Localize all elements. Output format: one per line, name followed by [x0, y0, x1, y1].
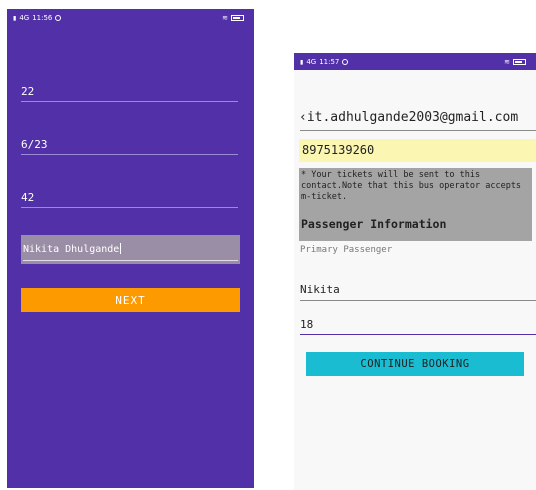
input-field-2-value: 6/23 — [21, 138, 48, 151]
next-button[interactable]: NEXT — [21, 288, 240, 312]
battery-icon — [513, 59, 526, 65]
email-field[interactable]: ‹it.adhulgande2003@gmail.com — [299, 110, 518, 125]
right-phone-screen: ▮ 4G 11:57 ≋ ‹it.adhulgande2003@gmail.co… — [294, 53, 536, 490]
signal-icon: ▮ — [13, 14, 17, 22]
status-bar: ▮ 4G 11:56 ≋ — [7, 9, 254, 27]
battery-icon — [231, 15, 244, 21]
input-field-3-value: 42 — [21, 191, 35, 204]
primary-passenger-label: Primary Passenger — [300, 245, 393, 255]
input-field-1-value: 22 — [21, 85, 35, 98]
phone-value: 8975139260 — [302, 143, 375, 157]
phone-field[interactable]: 8975139260 — [299, 139, 536, 162]
email-underline — [300, 130, 536, 131]
first-name-underline — [300, 300, 536, 301]
input-field-1[interactable]: 22 — [21, 85, 238, 102]
sync-icon — [55, 15, 62, 21]
status-time: 11:57 — [319, 58, 340, 66]
text-caret — [120, 243, 122, 254]
first-name-field[interactable]: Nikita — [300, 283, 340, 296]
continue-booking-button[interactable]: CONTINUE BOOKING — [306, 352, 524, 376]
wifi-icon: ≋ — [222, 14, 228, 22]
status-network: 4G — [306, 58, 317, 66]
left-phone-screen: ▮ 4G 11:56 ≋ 22 6/23 42 Nikita Dhulgande… — [7, 9, 254, 488]
passenger-heading: Passenger Information — [301, 217, 447, 231]
name-input[interactable]: Nikita Dhulgande — [21, 235, 240, 264]
input-field-2[interactable]: 6/23 — [21, 138, 238, 155]
input-field-3[interactable]: 42 — [21, 191, 238, 208]
status-bar: ▮ 4G 11:57 ≋ — [294, 53, 536, 70]
status-network: 4G — [19, 14, 30, 22]
age-underline — [300, 334, 536, 335]
age-field[interactable]: 18 — [300, 318, 313, 331]
name-input-underline — [23, 260, 238, 261]
wifi-icon: ≋ — [504, 58, 510, 66]
status-time: 11:56 — [32, 14, 53, 22]
signal-icon: ▮ — [300, 58, 304, 66]
sync-icon — [342, 59, 349, 65]
contact-info-box: * Your tickets will be sent to this cont… — [299, 168, 532, 241]
ticket-note: * Your tickets will be sent to this cont… — [301, 170, 522, 202]
name-input-value: Nikita Dhulgande — [23, 244, 120, 255]
